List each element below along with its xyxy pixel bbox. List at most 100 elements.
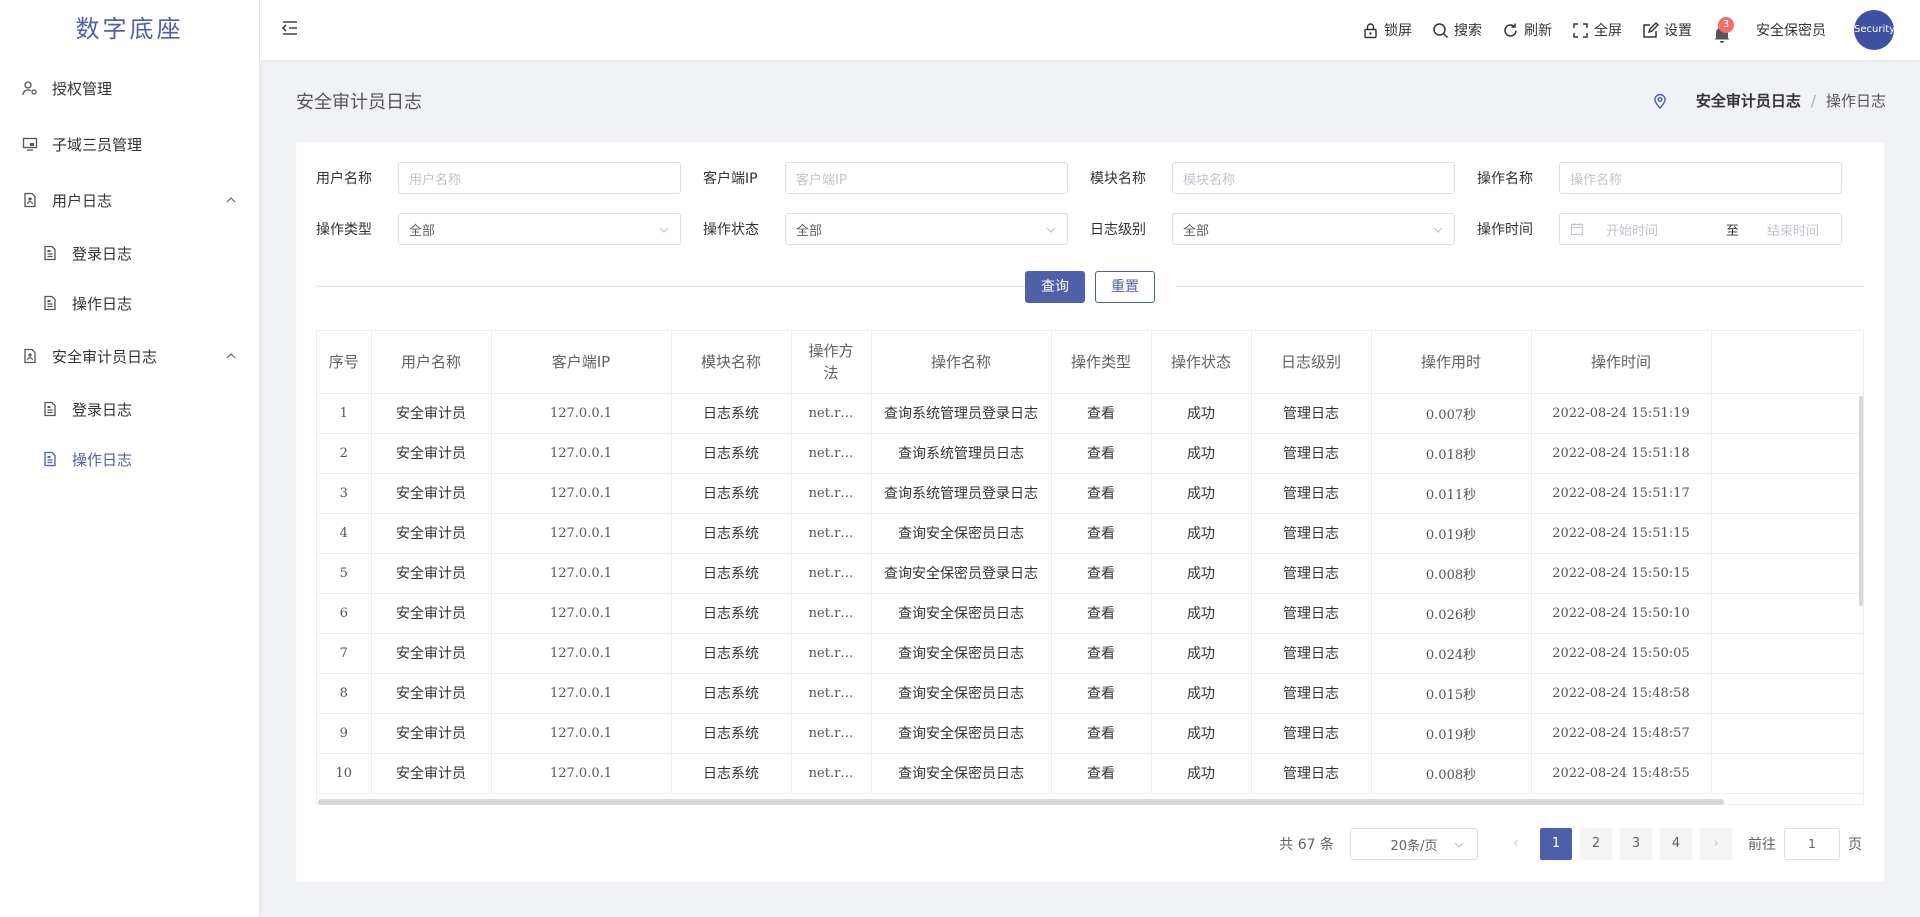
table-cell: 查询安全保密员日志 (871, 633, 1052, 674)
sidebar-item-auditor-operation-log[interactable]: 操作日志 (0, 434, 259, 484)
search-label: 搜索 (1454, 23, 1482, 39)
table-cell: 2022-08-24 15:51:19 (1531, 393, 1712, 434)
table-cell: 127.0.0.1 (491, 753, 672, 794)
vertical-scrollbar[interactable] (1859, 396, 1863, 606)
sidebar-item-user-log[interactable]: 用户日志 (0, 172, 259, 228)
table-row[interactable]: 1 安全审计员 127.0.0.1 日志系统 net.r… 查询系统管理员登录日志 查看 成功… (317, 393, 1863, 434)
table-row[interactable]: 4 安全审计员 127.0.0.1 日志系统 net.r… 查询安全保密员日志 查看 成功 管理… (317, 513, 1863, 554)
operation-type-select[interactable]: 全部 (398, 213, 681, 245)
table-cell: net.r… (791, 753, 872, 794)
column-header: 序号 (317, 331, 372, 394)
total-count: 共 67 条 (1279, 837, 1334, 853)
table-row[interactable]: 10 安全审计员 127.0.0.1 日志系统 net.r… 查询安全保密员日志 查看 成功管… (317, 753, 1863, 794)
chevron-down-icon (1046, 227, 1056, 233)
table-cell: 0.026秒 (1371, 593, 1532, 634)
table-cell: 0.018秒 (1371, 433, 1532, 474)
sidebar-item-label: 子域三员管理 (52, 135, 143, 154)
horizontal-scrollbar[interactable] (318, 799, 1724, 805)
table-cell: 查询系统管理员登录日志 (871, 393, 1052, 434)
pagination: 共 67 条 20条/页 ‹ 1 2 3 4 › 前往 1 页 (1279, 828, 1862, 860)
filter-log-level: 日志级别 全部 (1090, 213, 1477, 245)
prev-page-button[interactable]: ‹ (1500, 828, 1532, 860)
table-cell: 4 (317, 513, 372, 554)
column-header: 操作状态 (1151, 331, 1252, 394)
sidebar-item-authorization[interactable]: 授权管理 (0, 60, 259, 116)
table-cell: 成功 (1151, 513, 1252, 554)
end-time-input[interactable]: 结束时间 (1767, 220, 1819, 239)
page-button[interactable]: 2 (1580, 828, 1612, 860)
sidebar-item-user-login-log[interactable]: 登录日志 (0, 228, 259, 278)
location-icon (1654, 93, 1666, 109)
goto-page-input[interactable]: 1 (1784, 828, 1840, 860)
table-cell: 2022-08-24 15:48:58 (1531, 673, 1712, 714)
client-ip-input[interactable]: 客户端IP (785, 162, 1068, 194)
page-button[interactable]: 3 (1620, 828, 1652, 860)
table-row[interactable]: 5 安全审计员 127.0.0.1 日志系统 net.r… 查询安全保密员登录日志 查看 成功… (317, 553, 1863, 594)
table-cell: 成功 (1151, 433, 1252, 474)
filter-username: 用户名称 用户名称 (316, 162, 703, 194)
table-cell (1711, 593, 1863, 634)
module-input[interactable]: 模块名称 (1172, 162, 1455, 194)
sidebar-item-auditor-log[interactable]: 安全审计员日志 (0, 328, 259, 384)
table-cell: 安全审计员 (371, 473, 492, 514)
table-cell: 查询安全保密员日志 (871, 753, 1052, 794)
table-cell: 日志系统 (671, 633, 792, 674)
column-header: 操作类型 (1051, 331, 1152, 394)
breadcrumb-current: 操作日志 (1825, 92, 1886, 110)
table-cell: 日志系统 (671, 513, 792, 554)
refresh-button[interactable]: 刷新 (1502, 0, 1552, 60)
operation-name-input[interactable]: 操作名称 (1559, 162, 1842, 194)
select-value: 全部 (409, 223, 436, 239)
page-button[interactable]: 1 (1540, 828, 1572, 860)
table-cell (1711, 433, 1863, 474)
table-row[interactable]: 9 安全审计员 127.0.0.1 日志系统 net.r… 查询安全保密员日志 查看 成功 管理… (317, 713, 1863, 754)
table-cell: 管理日志 (1251, 473, 1372, 514)
breadcrumb-item[interactable]: 安全审计员日志 (1696, 90, 1801, 111)
menu-collapse-icon[interactable] (280, 18, 300, 38)
log-level-select[interactable]: 全部 (1172, 213, 1455, 245)
calendar-icon (1570, 223, 1584, 236)
table-row[interactable]: 8 安全审计员 127.0.0.1 日志系统 net.r… 查询安全保密员日志 查看 成功 管理… (317, 673, 1863, 714)
operation-status-select[interactable]: 全部 (785, 213, 1068, 245)
sidebar-item-subdomain[interactable]: 子域三员管理 (0, 116, 259, 172)
search-icon (1433, 22, 1449, 38)
fullscreen-button[interactable]: 全屏 (1572, 0, 1622, 60)
table-cell: 安全审计员 (371, 393, 492, 434)
select-value: 全部 (796, 223, 823, 239)
table-cell: net.r… (791, 393, 872, 434)
search-button[interactable]: 搜索 (1432, 0, 1482, 60)
username[interactable]: 安全保密员 (1756, 20, 1826, 40)
page-button[interactable]: 4 (1660, 828, 1692, 860)
lock-screen-button[interactable]: 锁屏 (1362, 0, 1412, 60)
next-page-button[interactable]: › (1700, 828, 1732, 860)
table-cell: 127.0.0.1 (491, 593, 672, 634)
page-size-select[interactable]: 20条/页 (1350, 828, 1478, 860)
sidebar-item-auditor-login-log[interactable]: 登录日志 (0, 384, 259, 434)
table-cell: 0.007秒 (1371, 393, 1532, 434)
avatar[interactable]: SecurityManager (1854, 10, 1894, 50)
chevron-up-icon (226, 353, 236, 359)
start-time-input[interactable]: 开始时间 (1606, 220, 1686, 239)
notification-button[interactable]: 3 (1712, 0, 1734, 60)
query-button[interactable]: 查询 (1025, 271, 1085, 303)
sidebar-item-label: 操作日志 (72, 294, 133, 313)
notification-badge: 3 (1718, 17, 1734, 33)
refresh-label: 刷新 (1524, 23, 1552, 39)
table-row[interactable]: 3 安全审计员 127.0.0.1 日志系统 net.r… 查询系统管理员登录日志 查看 成功… (317, 473, 1863, 514)
date-range-picker[interactable]: 开始时间 至 结束时间 (1559, 213, 1842, 245)
table-cell: 成功 (1151, 673, 1252, 714)
username-input[interactable]: 用户名称 (398, 162, 681, 194)
table-row[interactable]: 7 安全审计员 127.0.0.1 日志系统 net.r… 查询安全保密员日志 查看 成功 管理… (317, 633, 1863, 674)
reset-button[interactable]: 重置 (1095, 271, 1155, 303)
filter-row: 操作类型 全部 操作状态 全部 日志级别 全部 操作时间 开始时间 至 结束时间 (316, 213, 1864, 245)
table-cell: 127.0.0.1 (491, 553, 672, 594)
table-cell: 安全审计员 (371, 673, 492, 714)
table-row[interactable]: 2 安全审计员 127.0.0.1 日志系统 net.r… 查询系统管理员日志 查看 成功 管理… (317, 433, 1863, 474)
table-row[interactable]: 6 安全审计员 127.0.0.1 日志系统 net.r… 查询安全保密员日志 查看 成功 管理… (317, 593, 1863, 634)
table-cell: 日志系统 (671, 593, 792, 634)
table-cell (1711, 753, 1863, 794)
sidebar-item-user-operation-log[interactable]: 操作日志 (0, 278, 259, 328)
table-cell (1711, 393, 1863, 434)
settings-button[interactable]: 设置 (1642, 0, 1692, 60)
divider (316, 286, 1030, 287)
